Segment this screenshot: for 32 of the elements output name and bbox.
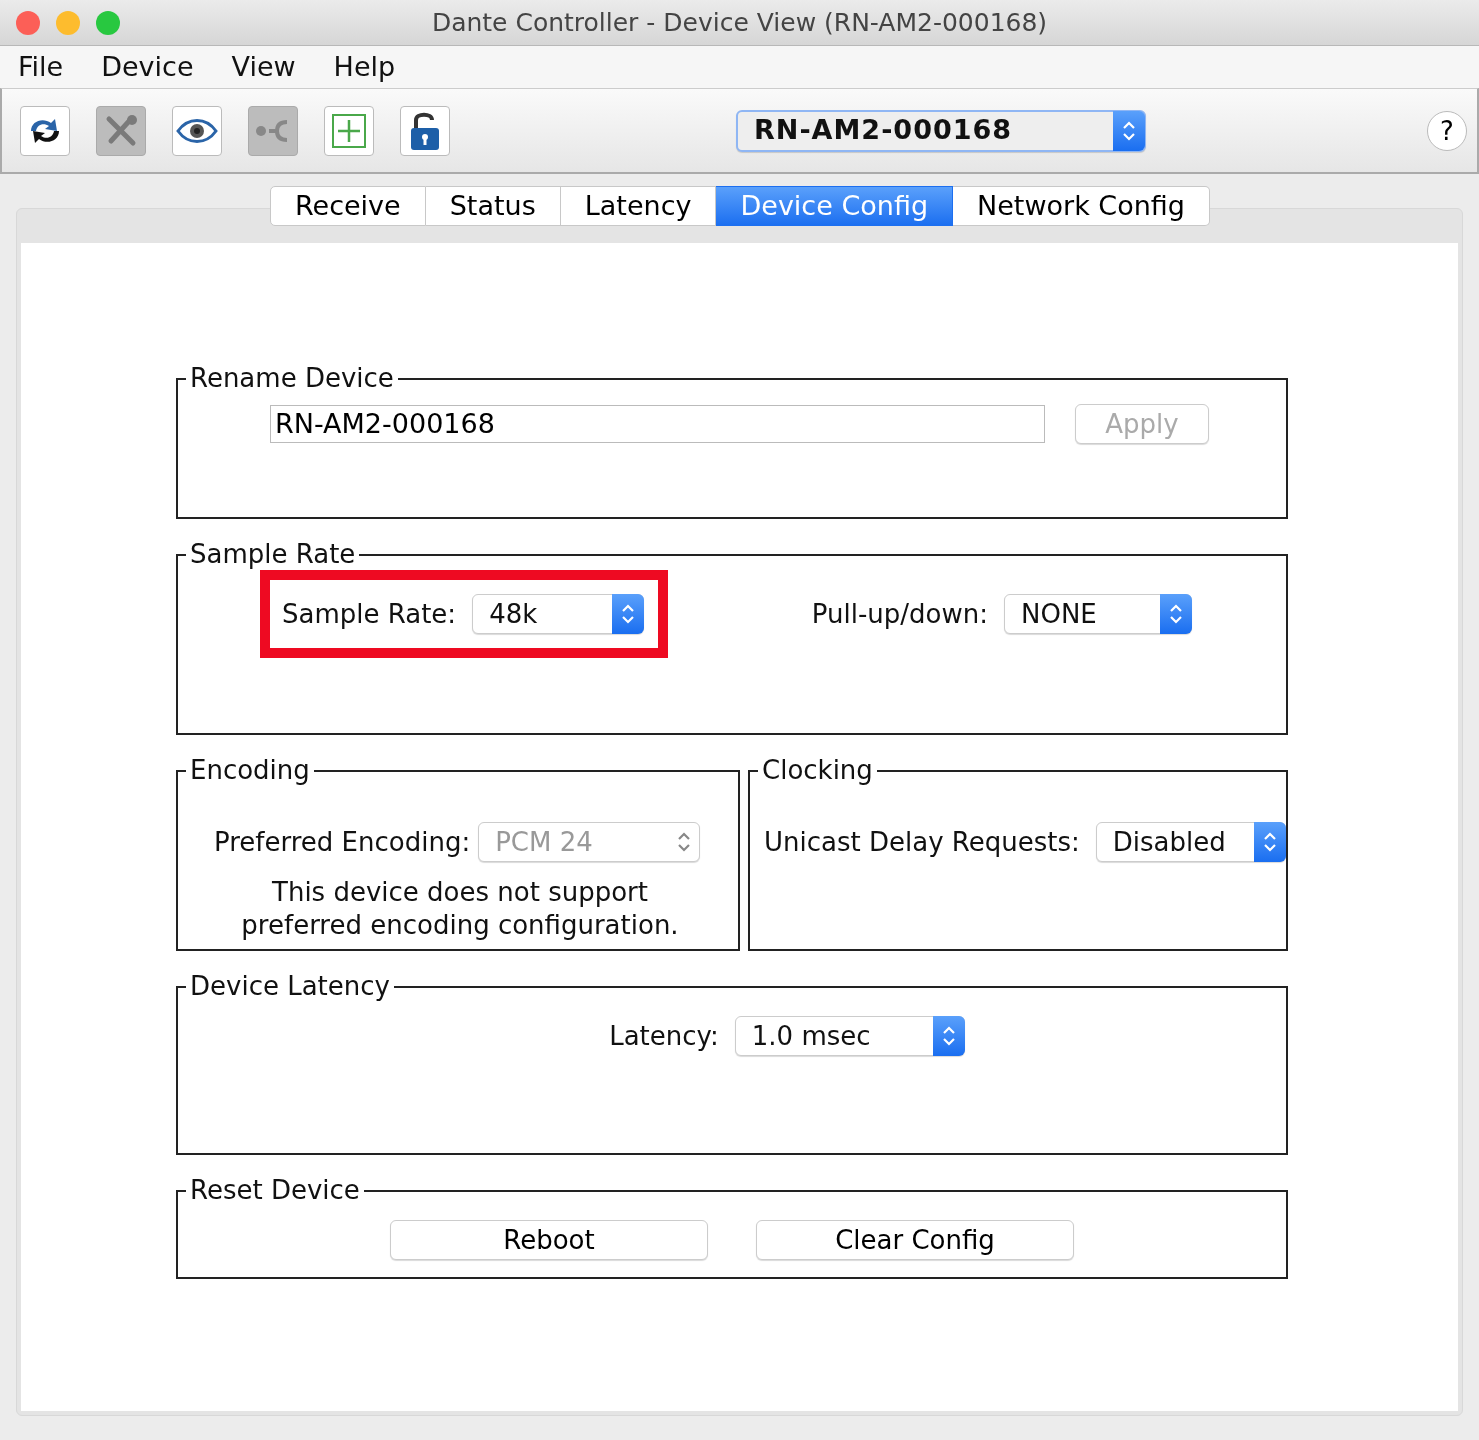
- toolbar-button[interactable]: [172, 105, 222, 156]
- zoom-button[interactable]: [96, 11, 120, 35]
- tab[interactable]: Receive: [270, 186, 426, 226]
- reset-button[interactable]: Clear Config: [756, 1220, 1074, 1261]
- toolbar-button[interactable]: [20, 105, 70, 156]
- eye-icon: [176, 116, 218, 145]
- field-label: Unicast Delay Requests:: [764, 825, 1080, 859]
- menu-item[interactable]: Device: [101, 46, 194, 88]
- toolbar-button[interactable]: [400, 105, 450, 156]
- info-text: This device does not support preferred encoding configuration.: [240, 876, 680, 942]
- help-button[interactable]: ?: [1427, 110, 1467, 151]
- menu-item[interactable]: File: [18, 46, 64, 88]
- tab[interactable]: Status: [425, 186, 561, 226]
- dropdown[interactable]: 1.0 msec: [734, 1016, 965, 1057]
- device-dropdown[interactable]: RN-AM2-000168: [736, 109, 1146, 152]
- menu-item[interactable]: Help: [333, 46, 396, 88]
- plus-icon: [330, 111, 368, 150]
- dropdown[interactable]: NONE: [1004, 594, 1192, 635]
- window-title: Dante Controller - Device View (RN-AM2-000168): [431, 6, 1048, 39]
- dropdown[interactable]: 48k: [472, 594, 645, 635]
- device-name-field[interactable]: RN-AM2-000168: [270, 405, 1045, 444]
- close-button[interactable]: [16, 11, 40, 35]
- tab[interactable]: Latency: [560, 186, 717, 226]
- tab[interactable]: Device Config: [716, 186, 954, 226]
- tab[interactable]: Network Config: [953, 186, 1210, 226]
- dropdown[interactable]: Disabled: [1095, 822, 1286, 863]
- field-label: Sample Rate:: [282, 597, 457, 631]
- menu-item[interactable]: View: [231, 46, 296, 88]
- reset-button[interactable]: Reboot: [390, 1220, 708, 1261]
- field-label: Preferred Encoding:: [214, 825, 471, 859]
- field-label: Pull-up/down:: [811, 597, 988, 631]
- field-label: Latency:: [609, 1019, 719, 1053]
